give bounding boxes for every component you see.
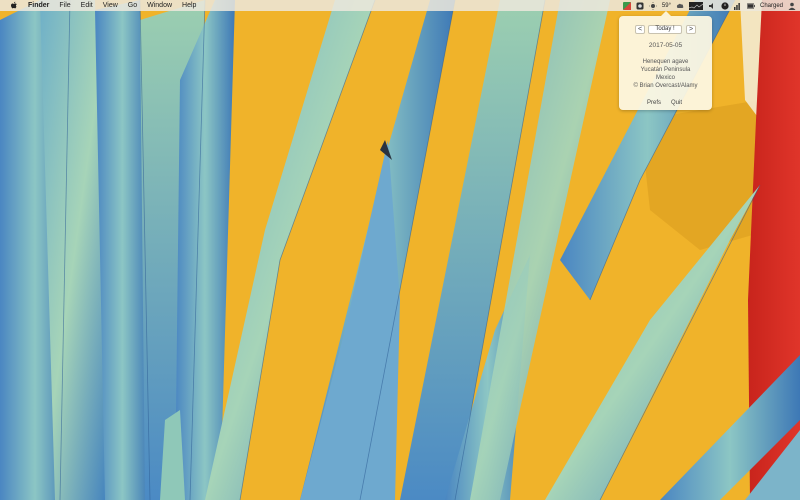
menu-window[interactable]: Window [147,0,172,11]
menu-view[interactable]: View [103,0,118,11]
temperature-text[interactable]: 59° [662,3,671,9]
user-icon[interactable] [788,2,796,10]
menu-edit[interactable]: Edit [81,0,93,11]
next-day-button[interactable]: > [686,25,696,34]
caption-line: Henequen agave [642,59,689,65]
power-icon[interactable] [721,1,729,10]
wallpaper-caption: Henequen agave Yucatán Peninsula Mexico … [619,58,712,90]
sun-icon [648,1,657,10]
prefs-button[interactable]: Prefs [647,100,661,106]
caption-copyright[interactable]: © Brian Overcast/Alamy [619,82,712,90]
caption-line: Yucatán Peninsula [640,67,691,73]
wallpaper-app-icon[interactable] [622,1,631,10]
menu-file[interactable]: File [59,0,70,11]
monitor-graph-icon[interactable] [688,1,703,10]
wallpaper-info-popover: < Today ! > 2017-05-05 Henequen agave Yu… [619,11,712,110]
menu-bar: Finder File Edit View Go Window Help 59°… [0,0,800,11]
weather-icon [676,3,684,8]
previous-day-button[interactable]: < [635,25,645,34]
status-area: 59° Charged [622,0,796,11]
apple-icon[interactable] [10,1,18,10]
wallpaper-date: 2017-05-05 [648,42,683,49]
quit-button[interactable]: Quit [671,100,682,106]
camera-icon[interactable] [636,2,644,10]
menu-help[interactable]: Help [182,0,196,11]
menu-go[interactable]: Go [128,0,137,11]
battery-icon[interactable] [746,2,755,9]
battery-status-text[interactable]: Charged [760,3,783,9]
bars-icon[interactable] [733,2,742,10]
today-button[interactable]: Today ! [648,25,682,34]
desktop: Finder File Edit View Go Window Help 59°… [0,0,800,500]
volume-icon[interactable] [708,2,716,10]
caption-line: Mexico [655,75,675,81]
menu-finder[interactable]: Finder [28,0,49,11]
